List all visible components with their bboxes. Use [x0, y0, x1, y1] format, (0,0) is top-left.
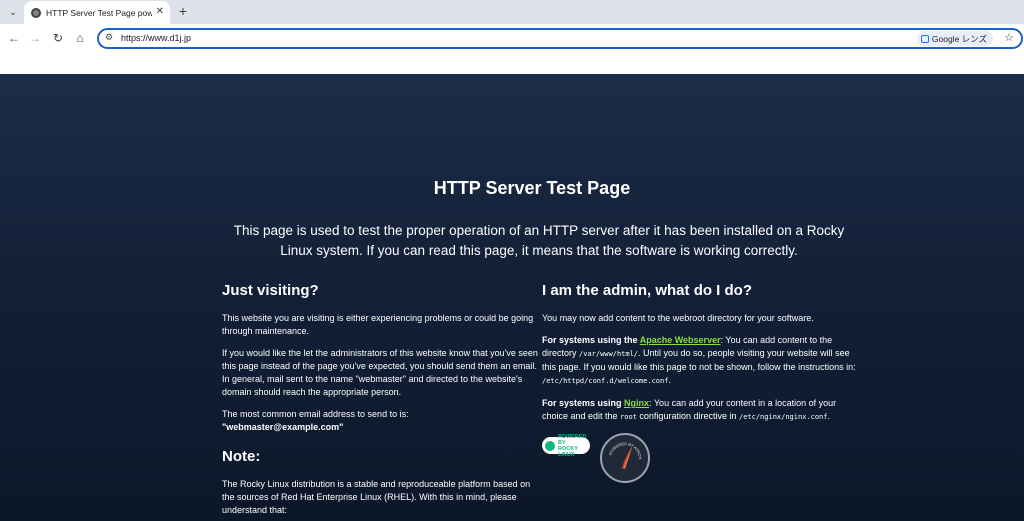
rocky-badge-line2: ROCKY LINUX: [558, 445, 578, 458]
admin-heading: I am the admin, what do I do?: [542, 282, 753, 299]
google-lens-button[interactable]: Google レンズ: [916, 31, 993, 46]
bookmark-star-icon[interactable]: ☆: [1004, 31, 1014, 44]
powered-by-badges: POWERED BY ROCKY LINUX POWERED BY APACHE: [542, 433, 858, 489]
apache-path-welcome: /etc/httpd/conf.d/welcome.conf: [542, 377, 669, 385]
page-intro: This page is used to test the proper ope…: [233, 223, 845, 258]
just-visiting-section: Just visiting? This website you are visi…: [222, 282, 538, 521]
nginx-text-2: configuration directive in: [636, 411, 739, 421]
note-paragraph: The Rocky Linux distribution is a stable…: [222, 479, 531, 515]
admin-section: I am the admin, what do I do? You may no…: [542, 282, 858, 489]
just-visiting-heading: Just visiting?: [222, 282, 319, 299]
webmaster-email: "webmaster@example.com": [222, 422, 344, 432]
tab-strip: ⌄ HTTP Server Test Page powered by ✕ +: [0, 0, 1024, 24]
visiting-paragraph-2: If you would like the let the administra…: [222, 348, 538, 397]
apache-prefix: For systems using the: [542, 335, 640, 345]
tab-search-button[interactable]: ⌄: [4, 3, 22, 21]
nginx-path: /etc/nginx/nginx.conf: [738, 413, 828, 421]
active-tab[interactable]: HTTP Server Test Page powered by ✕: [24, 1, 170, 24]
rocky-badge-text: POWERED BY ROCKY LINUX: [558, 434, 590, 458]
back-arrow-icon[interactable]: ←: [6, 30, 22, 46]
email-intro: The most common email address to send to…: [222, 409, 409, 419]
nginx-prefix: For systems using: [542, 398, 625, 408]
globe-icon: [31, 7, 41, 18]
apache-badge-text: POWERED BY APACHE: [601, 433, 642, 460]
admin-paragraph-1: You may now add content to the webroot d…: [542, 313, 814, 323]
page-content: HTTP Server Test Page This page is used …: [0, 74, 1024, 521]
visiting-paragraph-3: The most common email address to send to…: [222, 408, 538, 434]
nginx-root-directive: root: [620, 413, 637, 421]
apache-path-html: /var/www/html/: [579, 350, 639, 358]
home-icon[interactable]: ⌂: [72, 30, 88, 46]
powered-by-apache-logo[interactable]: POWERED BY APACHE: [600, 433, 650, 483]
lens-icon: [920, 34, 929, 43]
new-tab-button[interactable]: +: [175, 3, 191, 19]
url-text[interactable]: https://www.d1j.jp: [121, 33, 191, 43]
apache-feather-spine: [622, 449, 631, 468]
close-icon[interactable]: ✕: [156, 6, 164, 18]
address-bar[interactable]: ⚙ https://www.d1j.jp Google レンズ ☆: [97, 28, 1023, 49]
nginx-text-3: .: [827, 411, 831, 421]
forward-arrow-icon[interactable]: →: [27, 30, 43, 46]
page-title: HTTP Server Test Page: [433, 178, 631, 198]
site-info-icon[interactable]: ⚙: [105, 32, 113, 43]
reload-icon[interactable]: ↻: [50, 30, 66, 46]
rocky-linux-icon: [545, 440, 555, 451]
lens-label: Google レンズ: [931, 33, 987, 44]
powered-by-rocky-linux-logo[interactable]: POWERED BY ROCKY LINUX: [542, 434, 590, 458]
apache-text-3: .: [668, 375, 671, 385]
apache-paragraph: For systems using the Apache Webserver: …: [542, 334, 858, 388]
tab-title: HTTP Server Test Page powered by: [46, 7, 152, 18]
note-heading: Note:: [222, 448, 261, 465]
visiting-paragraph-1: This website you are visiting is either …: [222, 313, 534, 336]
nginx-paragraph: For systems using Nginx: You can add you…: [542, 397, 858, 424]
rocky-badge-line1: POWERED BY: [558, 433, 587, 446]
nginx-link[interactable]: Nginx: [624, 398, 649, 408]
apache-webserver-link[interactable]: Apache Webserver: [640, 335, 721, 345]
